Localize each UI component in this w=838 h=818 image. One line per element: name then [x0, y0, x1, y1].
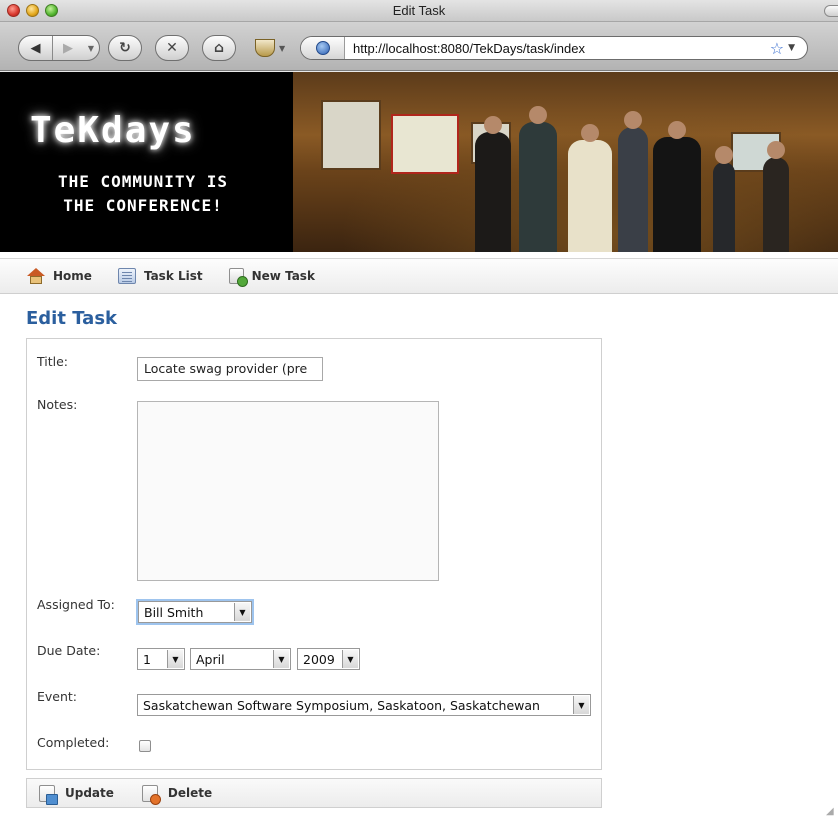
forward-arrow-icon: ▶: [63, 40, 73, 56]
back-forward-group: ◀ ▶ ▼: [18, 35, 100, 61]
bookmark-star-icon[interactable]: ☆: [770, 39, 784, 58]
home-icon: ⌂: [213, 40, 225, 56]
reload-button[interactable]: ↻: [108, 35, 142, 61]
chevron-down-icon: ▼: [279, 43, 286, 53]
resize-grip-icon[interactable]: ◢: [826, 806, 836, 817]
back-arrow-icon: ◀: [30, 40, 41, 56]
tagline-line-2: THE CONFERENCE!: [63, 196, 223, 215]
site-tagline: THE COMMUNITY IS THE CONFERENCE!: [38, 170, 248, 218]
event-select[interactable]: Saskatchewan Software Symposium, Saskato…: [137, 694, 591, 716]
url-dropdown-icon[interactable]: ▼: [788, 43, 795, 53]
chevron-down-icon: ▼: [167, 650, 183, 668]
chevron-down-icon: ▼: [234, 603, 250, 621]
history-dropdown-button[interactable]: ▼: [83, 36, 99, 60]
title-input[interactable]: Locate swag provider (pre: [137, 357, 323, 381]
banner-photo: [293, 72, 838, 252]
notes-label: Notes:: [37, 397, 78, 412]
nav-home-label: Home: [53, 269, 92, 283]
nav-new-task-link[interactable]: New Task: [228, 268, 315, 287]
list-icon: [117, 268, 136, 284]
stop-button[interactable]: ✕: [155, 35, 189, 61]
forward-button[interactable]: ▶: [53, 36, 83, 60]
assigned-to-label: Assigned To:: [37, 597, 115, 612]
update-button[interactable]: Update: [39, 784, 114, 805]
due-year-value: 2009: [303, 651, 335, 667]
url-input[interactable]: http://localhost:8080/TekDays/task/index: [353, 41, 770, 56]
title-label: Title:: [37, 354, 68, 369]
chevron-down-icon: ▼: [273, 650, 289, 668]
home-button[interactable]: ⌂: [202, 35, 236, 61]
site-identity-button[interactable]: [301, 37, 345, 59]
browser-toolbar: ◀ ▶ ▼ ↻ ✕ ⌂ ▼ http://localhost:8080/TekD…: [0, 22, 838, 71]
delete-button[interactable]: Delete: [141, 784, 213, 805]
reload-icon: ↻: [119, 40, 131, 56]
page-title: Edit Task: [26, 308, 118, 329]
due-year-select[interactable]: 2009 ▼: [297, 648, 360, 670]
completed-checkbox[interactable]: [139, 740, 151, 752]
nav-new-task-label: New Task: [251, 269, 315, 283]
assigned-to-select[interactable]: Bill Smith ▼: [136, 599, 254, 625]
site-banner: TeKdays THE COMMUNITY IS THE CONFERENCE!: [0, 72, 838, 252]
save-icon: [39, 784, 58, 805]
delete-button-label: Delete: [167, 786, 213, 800]
window-title: Edit Task: [392, 3, 446, 18]
delete-icon: [141, 784, 161, 805]
site-nav: Home Task List New Task: [0, 258, 838, 294]
home-icon: [27, 268, 45, 284]
new-document-icon: [228, 268, 248, 287]
event-value: Saskatchewan Software Symposium, Saskato…: [143, 697, 540, 713]
chevron-down-icon: ▼: [87, 43, 95, 53]
chevron-down-icon: ▼: [342, 650, 358, 668]
event-label: Event:: [37, 689, 78, 704]
due-day-select[interactable]: 1 ▼: [137, 648, 185, 670]
stop-icon: ✕: [166, 40, 178, 56]
window-titlebar: Edit Task: [0, 0, 838, 22]
tagline-line-1: THE COMMUNITY IS: [57, 172, 229, 191]
assigned-to-value: Bill Smith: [144, 604, 204, 620]
back-button[interactable]: ◀: [19, 36, 53, 60]
update-button-label: Update: [65, 786, 114, 800]
page-content: TeKdays THE COMMUNITY IS THE CONFERENCE!…: [0, 72, 838, 818]
site-logo: TeKdays: [30, 110, 196, 151]
nav-task-list-link[interactable]: Task List: [117, 268, 203, 284]
due-date-label: Due Date:: [37, 643, 101, 658]
globe-icon: [315, 41, 330, 55]
notes-textarea[interactable]: [137, 401, 439, 581]
completed-label: Completed:: [37, 735, 110, 750]
due-month-select[interactable]: April ▼: [190, 648, 291, 670]
nav-home-link[interactable]: Home: [27, 268, 92, 284]
edit-task-form: Title: Locate swag provider (pre Notes: …: [26, 338, 602, 770]
nav-task-list-label: Task List: [143, 269, 203, 283]
main-content: Edit Task Title: Locate swag provider (p…: [26, 308, 606, 808]
due-day-value: 1: [143, 651, 151, 667]
address-bar[interactable]: http://localhost:8080/TekDays/task/index…: [300, 36, 808, 60]
extension-button[interactable]: ▼: [255, 36, 289, 60]
form-buttons: Update Delete: [26, 778, 602, 808]
due-month-value: April: [196, 651, 225, 667]
toolbar-toggle-button[interactable]: [824, 5, 838, 17]
chevron-down-icon: ▼: [573, 696, 589, 714]
coffee-cup-icon: [255, 39, 275, 57]
